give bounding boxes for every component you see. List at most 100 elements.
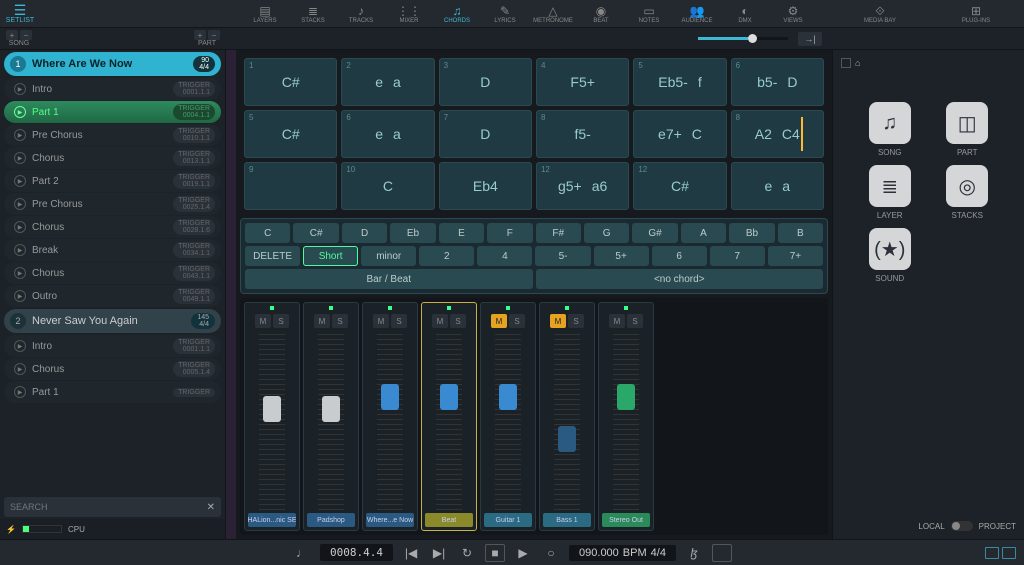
chord-mod-button[interactable]: 2: [419, 246, 474, 266]
part-remove-button[interactable]: −: [208, 30, 220, 40]
solo-button[interactable]: S: [332, 314, 348, 328]
mute-button[interactable]: M: [314, 314, 330, 328]
tab-beat[interactable]: ◉BEAT: [579, 0, 623, 27]
tab-lyrics[interactable]: ✎LYRICS: [483, 0, 527, 27]
record-button[interactable]: ○: [541, 544, 561, 562]
part-add-button[interactable]: +: [194, 30, 206, 40]
click-icon[interactable]: ɮ: [684, 544, 704, 562]
chord-root-d[interactable]: D: [342, 223, 387, 243]
chord-cell[interactable]: 8A2C4: [731, 110, 824, 158]
chord-root-c#[interactable]: C#: [293, 223, 338, 243]
local-project-toggle[interactable]: [951, 521, 973, 531]
chord-cell[interactable]: 3D: [439, 58, 532, 106]
chord-root-b[interactable]: B: [778, 223, 823, 243]
part-row[interactable]: ▶Pre ChorusTRIGGER0010.1.1: [4, 124, 221, 146]
part-row[interactable]: ▶Part 1TRIGGER: [4, 381, 221, 403]
mute-button[interactable]: M: [609, 314, 625, 328]
part-row[interactable]: ▶IntroTRIGGER0001.1.1: [4, 335, 221, 357]
metronome-icon[interactable]: ♩: [292, 544, 312, 562]
prev-marker-button[interactable]: |◀: [401, 544, 421, 562]
chord-cell[interactable]: 12g5+a6: [536, 162, 629, 210]
tab-dmx[interactable]: ◐DMX: [723, 0, 767, 27]
song-row[interactable]: 2Never Saw You Again1454/4: [4, 309, 221, 333]
chord-cell[interactable]: 6b5-D: [731, 58, 824, 106]
chord-root-eb[interactable]: Eb: [390, 223, 435, 243]
chord-cell[interactable]: 2ea: [341, 58, 434, 106]
tab-stacks[interactable]: ≣STACKS: [291, 0, 335, 27]
tab-notes[interactable]: ▭NOTES: [627, 0, 671, 27]
chord-mod-button[interactable]: 7+: [768, 246, 823, 266]
fader[interactable]: [499, 384, 517, 410]
solo-button[interactable]: S: [391, 314, 407, 328]
media-checkbox[interactable]: [841, 58, 851, 68]
tab-audience[interactable]: 👥AUDIENCE: [675, 0, 719, 27]
chord-root-e[interactable]: E: [439, 223, 484, 243]
play-button[interactable]: ▶: [513, 544, 533, 562]
media-song[interactable]: ♫SONG: [855, 102, 925, 157]
chord-cell[interactable]: 5Eb5-f: [633, 58, 726, 106]
chord-cell[interactable]: e7+C: [633, 110, 726, 158]
song-add-button[interactable]: +: [6, 30, 18, 40]
search-clear-button[interactable]: ✕: [207, 502, 215, 513]
tab-media-bay[interactable]: ⟐MEDIA BAY: [832, 0, 928, 27]
fader[interactable]: [440, 384, 458, 410]
solo-button[interactable]: S: [509, 314, 525, 328]
panic-button[interactable]: ⚡: [6, 525, 16, 534]
chord-mod-button[interactable]: 7: [710, 246, 765, 266]
part-row[interactable]: ▶ChorusTRIGGER0013.1.1: [4, 147, 221, 169]
chord-mod-button[interactable]: 5+: [594, 246, 649, 266]
position-display[interactable]: 0008.4.4: [320, 544, 393, 561]
chord-cell[interactable]: 6ea: [341, 110, 434, 158]
bar-beat-button[interactable]: Bar / Beat: [245, 269, 533, 289]
chord-cell[interactable]: 12C#: [633, 162, 726, 210]
part-row[interactable]: ▶BreakTRIGGER0034.1.1: [4, 239, 221, 261]
chord-root-g#[interactable]: G#: [632, 223, 677, 243]
part-row[interactable]: ▶OutroTRIGGER0049.1.1: [4, 285, 221, 307]
track-overview-strip[interactable]: [226, 50, 236, 539]
chord-cell[interactable]: ea: [731, 162, 824, 210]
chord-root-bb[interactable]: Bb: [729, 223, 774, 243]
solo-button[interactable]: S: [450, 314, 466, 328]
delete-button[interactable]: DELETE: [245, 246, 300, 266]
part-row[interactable]: ▶Part 1TRIGGER0004.1.1: [4, 101, 221, 123]
tab-metronome[interactable]: △METRONOME: [531, 0, 575, 27]
mute-button[interactable]: M: [491, 314, 507, 328]
window-layout-2[interactable]: [1002, 547, 1016, 559]
part-row[interactable]: ▶Part 2TRIGGER0019.1.1: [4, 170, 221, 192]
zoom-slider[interactable]: [698, 37, 788, 40]
fader[interactable]: [322, 396, 340, 422]
chord-root-g[interactable]: G: [584, 223, 629, 243]
chord-cell[interactable]: 9: [244, 162, 337, 210]
mute-button[interactable]: M: [373, 314, 389, 328]
chord-cell[interactable]: 5C#: [244, 110, 337, 158]
chord-root-f[interactable]: F: [487, 223, 532, 243]
fader[interactable]: [263, 396, 281, 422]
chord-cell[interactable]: 4F5+: [536, 58, 629, 106]
song-remove-button[interactable]: −: [20, 30, 32, 40]
part-row[interactable]: ▶ChorusTRIGGER0043.1.1: [4, 262, 221, 284]
sync-button[interactable]: [712, 544, 732, 562]
media-stacks[interactable]: ◎STACKS: [933, 165, 1003, 220]
tab-tracks[interactable]: ♪TRACKS: [339, 0, 383, 27]
mute-button[interactable]: M: [550, 314, 566, 328]
chord-cell[interactable]: 10C: [341, 162, 434, 210]
part-row[interactable]: ▶IntroTRIGGER0001.1.1: [4, 78, 221, 100]
chord-mod-button[interactable]: 4: [477, 246, 532, 266]
chord-root-a[interactable]: A: [681, 223, 726, 243]
tab-plug-ins[interactable]: ⊞PLUG-INS: [928, 0, 1024, 27]
tempo-display[interactable]: 090.000BPM4/4: [569, 545, 676, 561]
tab-views[interactable]: ⚙VIEWS: [771, 0, 815, 27]
loop-button[interactable]: ↻: [457, 544, 477, 562]
part-row[interactable]: ▶ChorusTRIGGER0028.1.6: [4, 216, 221, 238]
media-layer[interactable]: ≣LAYER: [855, 165, 925, 220]
tab-layers[interactable]: ▤LAYERS: [243, 0, 287, 27]
next-marker-button[interactable]: ▶|: [429, 544, 449, 562]
jump-end-button[interactable]: →|: [798, 32, 822, 46]
tab-chords[interactable]: ♫CHORDS: [435, 0, 479, 27]
short-button[interactable]: Short: [303, 246, 358, 266]
mute-button[interactable]: M: [432, 314, 448, 328]
chord-cell[interactable]: 1C#: [244, 58, 337, 106]
chord-mod-button[interactable]: 6: [652, 246, 707, 266]
fader[interactable]: [617, 384, 635, 410]
mute-button[interactable]: M: [255, 314, 271, 328]
